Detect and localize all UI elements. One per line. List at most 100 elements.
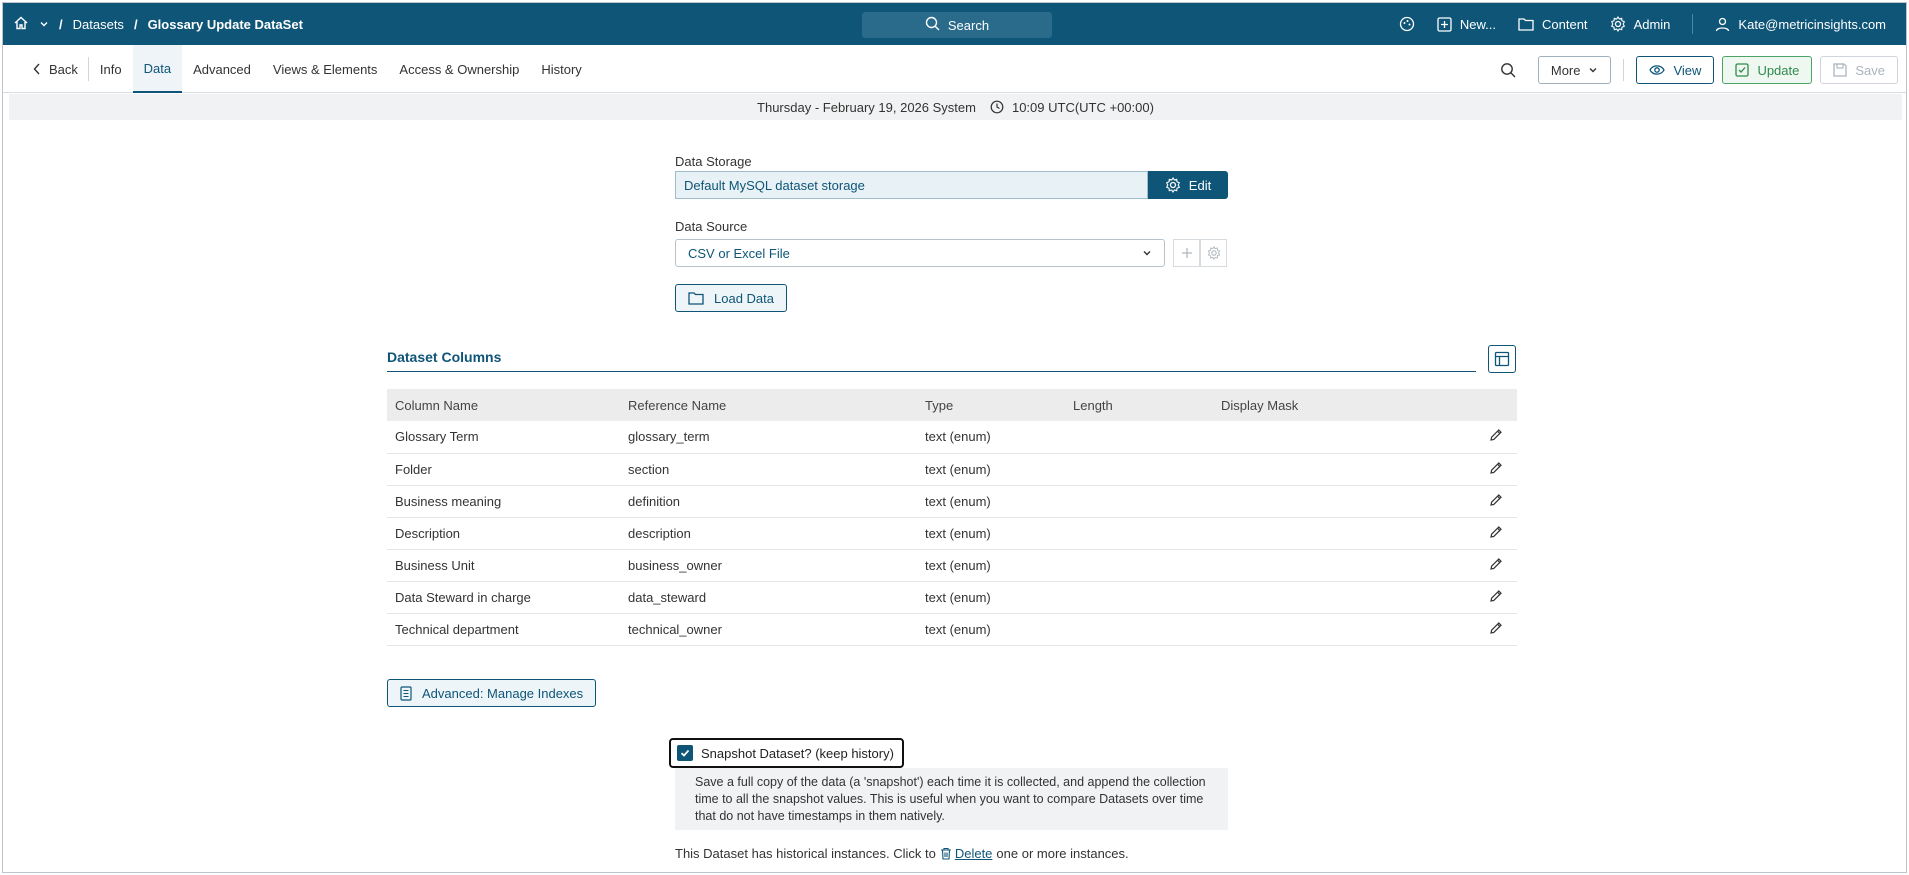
home-icon[interactable] [13, 15, 29, 34]
table-row: Business Unit business_owner text (enum) [387, 549, 1517, 582]
tab-list: Back Info Data Advanced Views & Elements… [23, 45, 593, 93]
column-header: Length [1065, 389, 1213, 421]
gear-icon [1207, 246, 1220, 260]
pencil-icon[interactable] [1489, 621, 1503, 635]
more-button[interactable]: More [1537, 56, 1612, 84]
tab-access-ownership[interactable]: Access & Ownership [388, 45, 530, 93]
pencil-icon[interactable] [1489, 461, 1503, 475]
back-label: Back [49, 61, 78, 77]
global-search[interactable]: Search [862, 12, 1052, 38]
cell-ref: description [620, 517, 917, 550]
cell-length [1065, 485, 1213, 518]
cell-name: Business meaning [387, 485, 620, 518]
table-icon [1494, 351, 1510, 367]
save-button[interactable]: Save [1820, 56, 1898, 84]
add-source-button[interactable] [1173, 239, 1200, 267]
tab-advanced[interactable]: Advanced [182, 45, 262, 93]
breadcrumb-separator: / [59, 16, 63, 32]
folder-icon [1518, 18, 1534, 31]
user-email: Kate@metricinsights.com [1738, 16, 1886, 32]
load-data-label: Load Data [714, 290, 774, 306]
table-layout-button[interactable] [1488, 345, 1516, 373]
divider [387, 371, 1476, 372]
edit-label: Edit [1188, 177, 1212, 193]
cell-type: text (enum) [917, 421, 1065, 454]
cell-type: text (enum) [917, 485, 1065, 518]
table-row: Data Steward in charge data_steward text (… [387, 581, 1517, 614]
cell-name: Business Unit [387, 549, 620, 582]
content-label: Content [1542, 16, 1588, 32]
back-button[interactable]: Back [23, 57, 89, 81]
data-storage-label: Data Storage [675, 154, 752, 169]
gear-icon [1165, 177, 1180, 193]
breadcrumb-current: Glossary Update DataSet [147, 16, 303, 32]
history-prefix: This Dataset has historical instances. C… [675, 846, 936, 861]
breadcrumb-datasets[interactable]: Datasets [73, 17, 124, 32]
row-actions [1453, 485, 1517, 518]
clock-icon [990, 100, 1004, 114]
column-header-actions [1453, 389, 1517, 421]
delete-instances-link[interactable]: Delete [940, 846, 992, 861]
admin-label: Admin [1633, 16, 1671, 32]
cell-mask [1213, 581, 1453, 614]
breadcrumb-separator: / [133, 16, 138, 32]
page-toolbar: More View Update Save [1500, 56, 1898, 84]
cell-type: text (enum) [917, 517, 1065, 550]
document-icon [400, 685, 412, 701]
search-icon[interactable] [1500, 62, 1516, 78]
source-settings-button[interactable] [1200, 239, 1227, 267]
system-time: 10:09 UTC(UTC +00:00) [1011, 99, 1154, 115]
row-actions [1453, 549, 1517, 582]
user-menu[interactable]: Kate@metricinsights.com [1715, 17, 1886, 32]
chevron-down-icon [1589, 68, 1597, 73]
pencil-icon[interactable] [1489, 557, 1503, 571]
cell-ref: technical_owner [620, 613, 917, 646]
admin-menu[interactable]: Admin [1610, 16, 1671, 32]
cell-name: Folder [387, 453, 620, 486]
divider [1623, 59, 1625, 81]
update-button[interactable]: Update [1722, 56, 1813, 84]
data-source-actions [1173, 239, 1227, 267]
cell-type: text (enum) [917, 453, 1065, 486]
view-button[interactable]: View [1636, 56, 1715, 84]
storage-edit-button[interactable]: Edit [1148, 171, 1228, 199]
row-actions [1453, 517, 1517, 550]
new-menu[interactable]: New... [1437, 17, 1496, 32]
pencil-icon[interactable] [1489, 525, 1503, 539]
dataset-columns-title: Dataset Columns [387, 349, 502, 365]
cell-length [1065, 421, 1213, 454]
cell-length [1065, 581, 1213, 614]
table-header-row: Column Name Reference Name Type Length D… [387, 389, 1517, 421]
top-nav-actions: New... Content Admin Kate@metricinsights… [1399, 3, 1886, 45]
gear-icon [1610, 16, 1625, 32]
chevron-down-icon[interactable] [39, 17, 49, 32]
manage-indexes-button[interactable]: Advanced: Manage Indexes [387, 679, 597, 707]
cell-length [1065, 517, 1213, 550]
pencil-icon[interactable] [1489, 493, 1503, 507]
tab-history[interactable]: History [530, 45, 592, 93]
view-label: View [1673, 62, 1702, 78]
checkbox-checked-icon[interactable] [677, 745, 693, 761]
divider [1692, 14, 1694, 34]
tab-info[interactable]: Info [89, 45, 133, 93]
system-date-strip: Thursday - February 19, 2026 System 10:0… [9, 94, 1902, 120]
table-row: Business meaning definition text (enum) [387, 485, 1517, 518]
data-source-select[interactable]: CSV or Excel File [675, 239, 1165, 267]
content-menu[interactable]: Content [1518, 17, 1588, 32]
trash-icon [940, 847, 951, 860]
load-data-button[interactable]: Load Data [675, 284, 787, 312]
pencil-icon[interactable] [1489, 589, 1503, 603]
palette-icon[interactable] [1399, 16, 1415, 32]
row-actions [1453, 453, 1517, 486]
edit-check-icon [1735, 63, 1750, 77]
row-actions [1453, 421, 1517, 454]
cell-mask [1213, 453, 1453, 486]
row-actions [1453, 581, 1517, 614]
cell-mask [1213, 613, 1453, 646]
tab-views-elements[interactable]: Views & Elements [262, 45, 389, 93]
pencil-icon[interactable] [1489, 428, 1503, 442]
table-row: Folder section text (enum) [387, 453, 1517, 486]
snapshot-checkbox[interactable]: Snapshot Dataset? (keep history) [669, 738, 904, 768]
tab-data[interactable]: Data [132, 45, 183, 93]
cell-name: Glossary Term [387, 421, 620, 454]
